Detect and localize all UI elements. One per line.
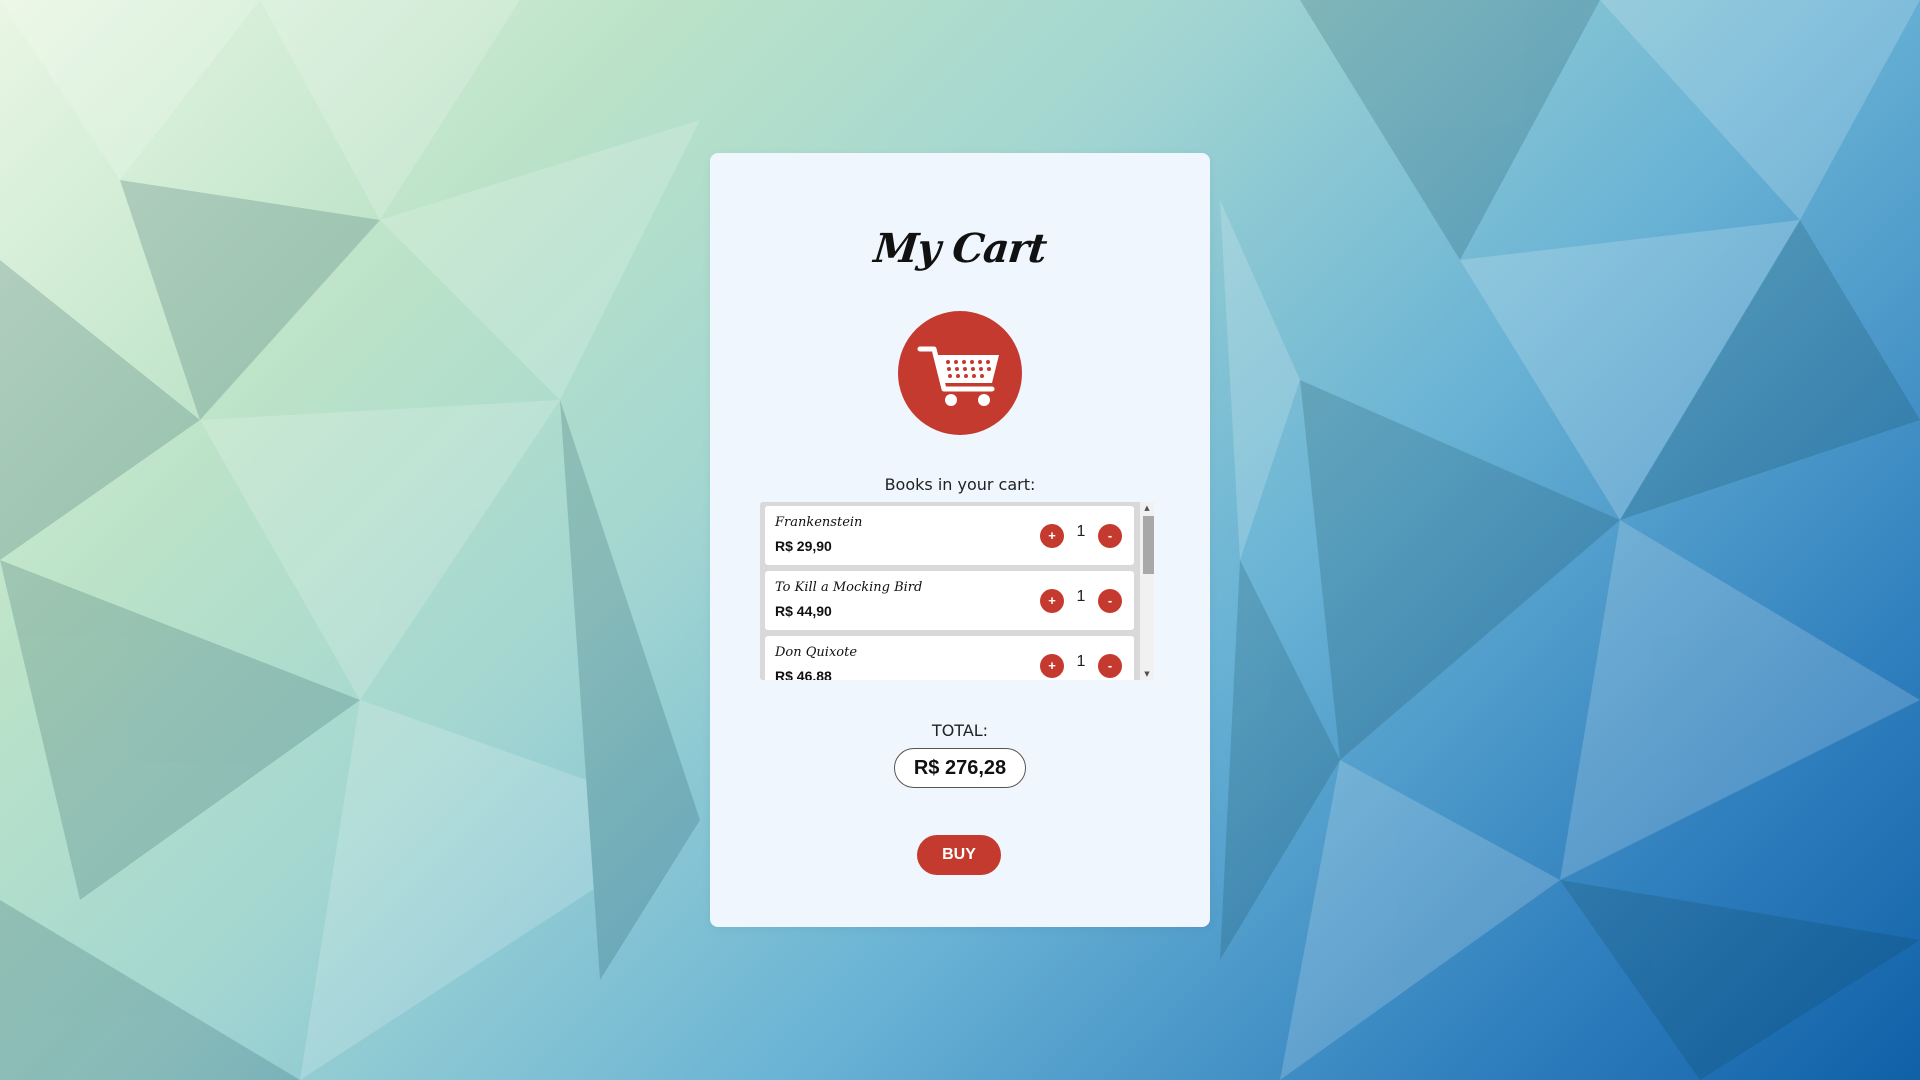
book-title: Don Quixote bbox=[775, 645, 858, 660]
total-label: TOTAL: bbox=[931, 721, 989, 740]
book-title: Frankenstein bbox=[775, 515, 863, 530]
increase-quantity-button[interactable]: + bbox=[1040, 524, 1064, 548]
decrease-quantity-button[interactable]: - bbox=[1098, 654, 1122, 678]
book-price: R$ 44,90 bbox=[775, 603, 832, 619]
list-scrollbar[interactable]: ▲ ▼ bbox=[1140, 502, 1154, 680]
quantity-value: 1 bbox=[1076, 653, 1086, 670]
scrollbar-thumb[interactable] bbox=[1143, 516, 1154, 574]
list-item: To Kill a Mocking Bird R$ 44,90 + 1 - bbox=[765, 571, 1134, 630]
increase-quantity-button[interactable]: + bbox=[1040, 589, 1064, 613]
cart-icon-badge bbox=[898, 311, 1022, 435]
scroll-down-arrow-icon[interactable]: ▼ bbox=[1140, 668, 1154, 680]
book-price: R$ 46,88 bbox=[775, 668, 832, 680]
list-item: Don Quixote R$ 46,88 + 1 - bbox=[765, 636, 1134, 680]
cart-items-viewport: Frankenstein R$ 29,90 + 1 - To Kill a Mo… bbox=[760, 502, 1140, 680]
quantity-value: 1 bbox=[1076, 523, 1086, 540]
decrease-quantity-button[interactable]: - bbox=[1098, 589, 1122, 613]
total-value: R$ 276,28 bbox=[894, 748, 1026, 788]
books-in-cart-label: Books in your cart: bbox=[884, 475, 1036, 494]
buy-button[interactable]: BUY bbox=[917, 835, 1001, 875]
scroll-up-arrow-icon[interactable]: ▲ bbox=[1140, 502, 1154, 514]
page-title: My Cart bbox=[871, 225, 1049, 272]
quantity-value: 1 bbox=[1076, 588, 1086, 605]
shopping-cart-icon bbox=[917, 346, 999, 406]
cart-card: My Cart Books in your cart: Frankenstein… bbox=[710, 153, 1210, 927]
decrease-quantity-button[interactable]: - bbox=[1098, 524, 1122, 548]
cart-items-list[interactable]: Frankenstein R$ 29,90 + 1 - To Kill a Mo… bbox=[760, 502, 1154, 680]
list-item: Frankenstein R$ 29,90 + 1 - bbox=[765, 506, 1134, 565]
book-price: R$ 29,90 bbox=[775, 538, 832, 554]
book-title: To Kill a Mocking Bird bbox=[775, 580, 923, 595]
increase-quantity-button[interactable]: + bbox=[1040, 654, 1064, 678]
